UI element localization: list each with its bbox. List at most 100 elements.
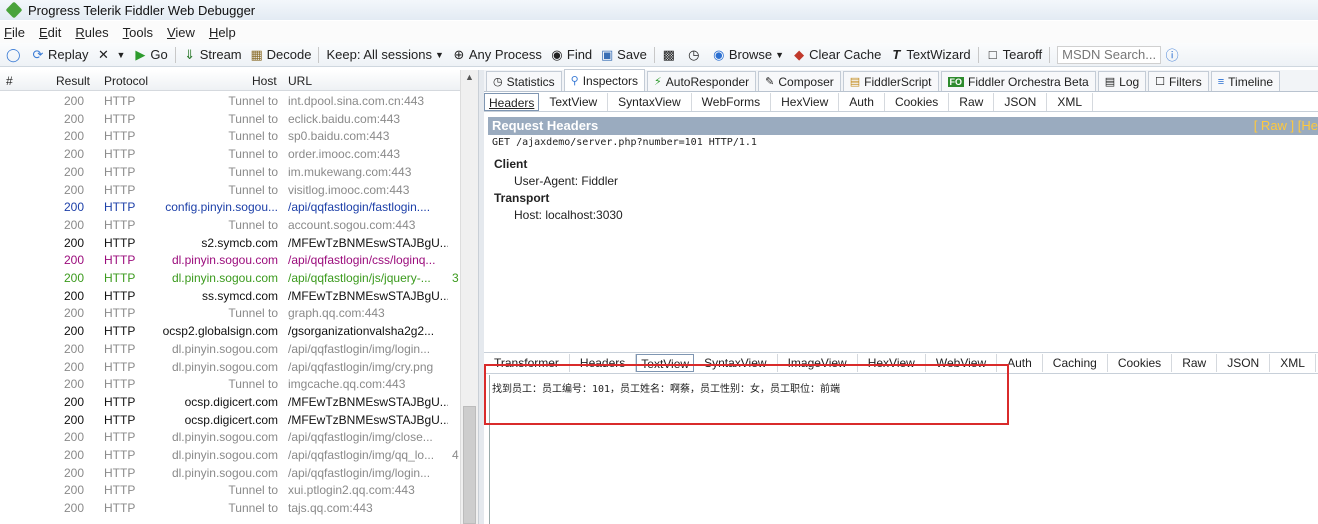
table-row[interactable]: 🔒58200HTTPTunnel toimgcache.qq.com:443 [0, 375, 460, 393]
req-tab-hexview[interactable]: HexView [771, 92, 840, 111]
comment-button[interactable]: ◯ [2, 47, 27, 63]
table-row[interactable]: 🔒63200HTTPdl.pinyin.sogou.com/api/qqfast… [0, 464, 460, 482]
tab-autoresponder[interactable]: ⚡ AutoResponder [647, 71, 757, 91]
client-group-label[interactable]: Client [494, 157, 527, 171]
column-url[interactable]: URL [288, 74, 312, 88]
resp-tab-raw[interactable]: Raw [1172, 354, 1218, 372]
table-row[interactable]: 🔒62200HTTPdl.pinyin.sogou.com/api/qqfast… [0, 446, 460, 464]
req-tab-textview[interactable]: TextView [539, 92, 609, 111]
req-tab-json[interactable]: JSON [994, 92, 1048, 111]
table-row[interactable]: 🔒54200HTTPTunnel tograph.qq.com:443 [0, 304, 460, 322]
table-row[interactable]: 🔒46200HTTPTunnel toim.mukewang.com:443 [0, 163, 460, 181]
browse-button[interactable]: ◉ Browse ▼ [708, 47, 788, 63]
session-list-scrollbar[interactable]: ▲ [460, 70, 478, 524]
table-row[interactable]: css51200HTTPdl.pinyin.sogou.com/api/qqfa… [0, 251, 460, 269]
decode-button[interactable]: ▦ Decode [246, 47, 316, 63]
any-process-button[interactable]: ⊕ Any Process [448, 47, 546, 63]
column-protocol[interactable]: Protocol [104, 74, 148, 88]
table-row[interactable]: 🔒56200HTTPdl.pinyin.sogou.com/api/qqfast… [0, 340, 460, 358]
req-tab-webforms[interactable]: WebForms [692, 92, 772, 111]
req-tab-syntaxview[interactable]: SyntaxView [608, 92, 692, 111]
row-url: /api/qqfastlogin/img/login... [288, 341, 431, 356]
table-row[interactable]: ▤59200HTTPocsp.digicert.com/MFEwTzBNMEsw… [0, 393, 460, 411]
chevron-down-icon: ▼ [116, 49, 126, 60]
scroll-up-icon[interactable]: ▲ [465, 72, 474, 82]
table-row[interactable]: 🔒42200HTTPTunnel toint.dpool.sina.com.cn… [0, 92, 460, 110]
tab-inspectors[interactable]: ⚲ Inspectors [563, 69, 646, 91]
table-row[interactable]: 🔒45200HTTPTunnel toorder.imooc.com:443 [0, 145, 460, 163]
row-result: 200 [64, 394, 85, 409]
browse-label: Browse [728, 47, 773, 62]
log-icon: ▤ [1104, 76, 1116, 88]
session-list-header: # Result Protocol Host URL [0, 70, 478, 91]
table-row[interactable]: ▤53200HTTPss.symcd.com/MFEwTzBNMEswSTAJB… [0, 287, 460, 305]
keep-sessions-dropdown[interactable]: Keep: All sessions ▼ [322, 47, 447, 62]
textwizard-button[interactable]: T TextWizard [885, 47, 974, 62]
column-host[interactable]: Host [252, 74, 277, 88]
go-button[interactable]: ▶ Go [129, 47, 171, 63]
resp-tab-xml[interactable]: XML [1270, 354, 1316, 372]
req-tab-raw[interactable]: Raw [949, 92, 995, 111]
table-row[interactable]: 🔒47200HTTPTunnel tovisitlog.imooc.com:44… [0, 181, 460, 199]
scrollbar-thumb[interactable] [463, 406, 476, 524]
clear-cache-button[interactable]: ◆ Clear Cache [788, 47, 885, 63]
menu-edit[interactable]: Edit [39, 25, 61, 40]
help-button[interactable]: ⓘ [1161, 45, 1186, 64]
row-host: dl.pinyin.sogou.com [171, 359, 278, 374]
row-url: /api/qqfastlogin/img/qq_lo... [288, 448, 435, 462]
table-row[interactable]: 🔒57200HTTPdl.pinyin.sogou.com/api/qqfast… [0, 358, 460, 376]
timer-button[interactable]: ◷ [683, 47, 708, 63]
stream-button[interactable]: ⇓ Stream [179, 47, 246, 63]
toolbar-separator [977, 46, 979, 63]
tab-composer[interactable]: ✎ Composer [758, 71, 841, 91]
table-row[interactable]: ▤55200HTTPocsp2.globalsign.com/gsorganiz… [0, 322, 460, 340]
table-row[interactable]: 🔒49200HTTPTunnel toaccount.sogou.com:443 [0, 216, 460, 234]
raw-header-link[interactable]: [ Raw ] [He [1254, 117, 1318, 135]
table-row[interactable]: js52200HTTPdl.pinyin.sogou.com/api/qqfas… [0, 269, 460, 287]
tab-timeline[interactable]: ≡ Timeline [1210, 71, 1281, 91]
resp-tab-cookies[interactable]: Cookies [1108, 354, 1173, 372]
req-tab-xml[interactable]: XML [1047, 92, 1094, 111]
table-row[interactable]: 🔒44200HTTPTunnel tosp0.baidu.com:443 [0, 127, 460, 145]
screenshot-button[interactable]: ▩ [658, 47, 683, 63]
resp-tab-caching[interactable]: Caching [1043, 354, 1108, 372]
table-row[interactable]: ▤50200HTTPs2.symcb.com/MFEwTzBNMEswSTAJB… [0, 234, 460, 252]
row-result: 200 [64, 412, 85, 427]
remove-button[interactable]: ✕ ▼ [92, 47, 129, 63]
menu-view[interactable]: View [167, 25, 195, 40]
msdn-search-input[interactable]: MSDN Search... [1057, 45, 1162, 64]
textwizard-icon: T [892, 47, 901, 62]
row-url: /MFEwTzBNMEswSTAJBgU... [288, 288, 448, 303]
resp-tab-json[interactable]: JSON [1217, 354, 1271, 372]
tab-fiddlerscript[interactable]: ▤ FiddlerScript [842, 71, 939, 91]
save-button[interactable]: ▣ Save [596, 47, 651, 63]
table-row[interactable]: 🔒65200HTTPTunnel totajs.qq.com:443 [0, 499, 460, 517]
table-row[interactable]: ⇆48200HTTPconfig.pinyin.sogou.../api/qqf… [0, 198, 460, 216]
request-line: GET /ajaxdemo/server.php?number=101 HTTP… [492, 137, 757, 148]
replay-button[interactable]: ⟳ Replay [27, 47, 92, 63]
menu-rules[interactable]: Rules [75, 25, 108, 40]
tab-log[interactable]: ▤ Log [1097, 71, 1147, 91]
column-id[interactable]: # [6, 74, 13, 88]
table-row[interactable]: ▤60200HTTPocsp.digicert.com/MFEwTzBNMEsw… [0, 411, 460, 429]
row-url: /api/qqfastlogin/img/close... [288, 430, 433, 445]
table-row[interactable]: 🔒61200HTTPdl.pinyin.sogou.com/api/qqfast… [0, 428, 460, 446]
req-tab-auth[interactable]: Auth [839, 92, 885, 111]
find-button[interactable]: ◉ Find [546, 47, 596, 63]
column-result[interactable]: Result [56, 74, 90, 88]
table-row[interactable]: 🔒43200HTTPTunnel toeclick.baidu.com:443 [0, 110, 460, 128]
tearoff-label: Tearoff [1002, 47, 1043, 62]
req-tab-cookies[interactable]: Cookies [885, 92, 950, 111]
req-tab-headers[interactable]: Headers [484, 92, 540, 111]
keep-label: Keep: All sessions [326, 47, 432, 62]
tab-statistics[interactable]: ◷ Statistics [486, 71, 562, 91]
tab-filters[interactable]: ☐ Filters [1148, 71, 1209, 91]
tearoff-button[interactable]: □ Tearoff [982, 47, 1047, 62]
row-result: 200 [64, 253, 85, 268]
menu-help[interactable]: Help [209, 25, 236, 40]
menu-tools[interactable]: Tools [123, 25, 153, 40]
transport-group-label[interactable]: Transport [494, 191, 549, 205]
tab-fiddler-orchestra[interactable]: FO Fiddler Orchestra Beta [940, 71, 1096, 91]
menu-file[interactable]: File [4, 25, 25, 40]
table-row[interactable]: 🔒64200HTTPTunnel toxui.ptlogin2.qq.com:4… [0, 481, 460, 499]
